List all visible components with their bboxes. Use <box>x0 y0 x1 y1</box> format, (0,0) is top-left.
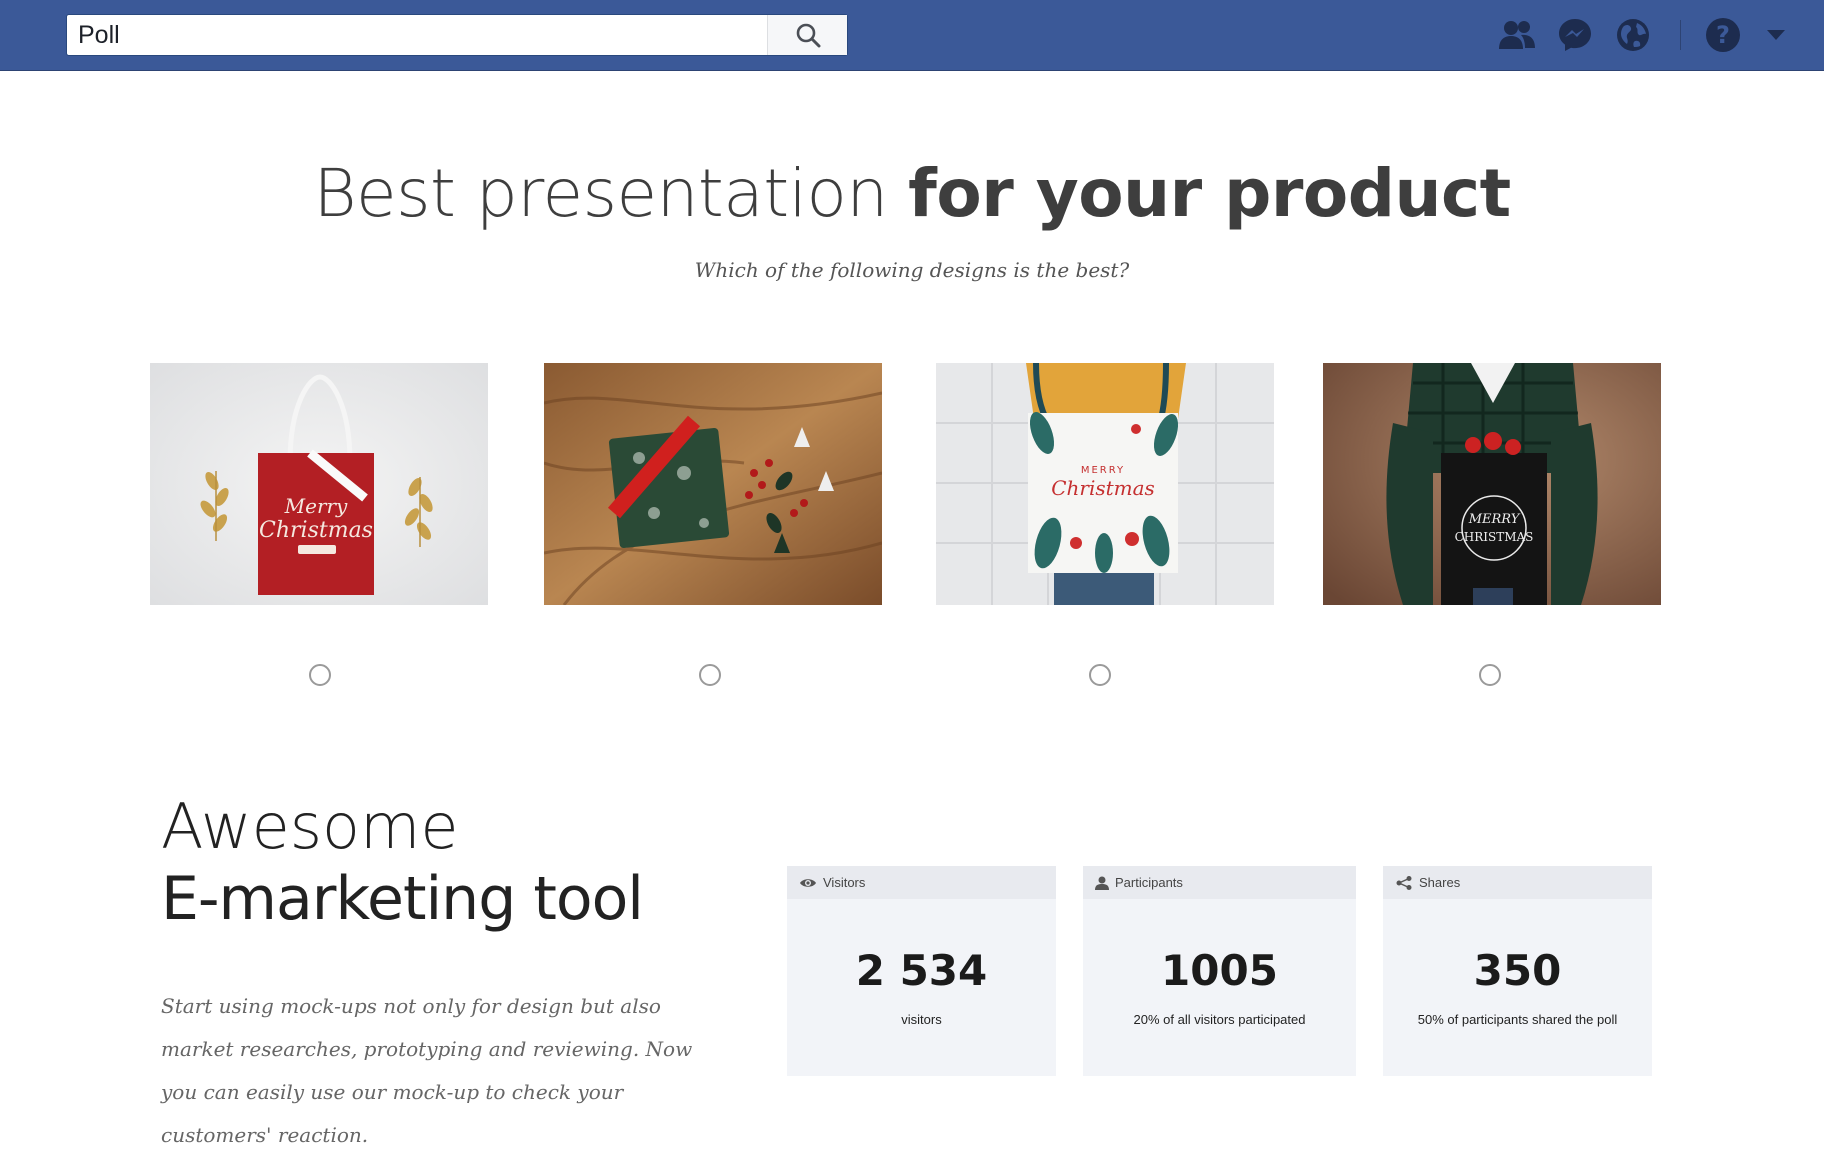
poll-option-image-4[interactable]: MERRY CHRISTMAS <box>1323 363 1661 605</box>
notifications-button[interactable] <box>1613 16 1653 54</box>
svg-text:?: ? <box>1716 21 1730 49</box>
stat-caption: 20% of all visitors participated <box>1133 1012 1306 1027</box>
section-heading-line2: E-marketing tool <box>161 864 644 934</box>
search-box <box>66 14 848 56</box>
poll-option-radio-1[interactable] <box>309 664 331 686</box>
stat-value: 350 <box>1473 946 1562 995</box>
account-menu-button[interactable] <box>1757 16 1795 54</box>
stat-card-header: Shares <box>1383 866 1652 899</box>
page-title: Best presentation for your product <box>313 155 1511 232</box>
stat-card-visitors: Visitors 2 534 visitors <box>787 866 1056 1076</box>
stat-card-participants: Participants 1005 20% of all visitors pa… <box>1083 866 1356 1076</box>
top-navigation-bar: ? <box>0 0 1824 71</box>
svg-text:Christmas: Christmas <box>259 518 373 543</box>
svg-text:CHRISTMAS: CHRISTMAS <box>1455 530 1534 544</box>
poll-option-radio-4[interactable] <box>1479 664 1501 686</box>
person-icon <box>1095 876 1109 890</box>
search-button[interactable] <box>767 15 847 55</box>
section-description: Start using mock-ups not only for design… <box>161 994 693 1147</box>
friend-requests-button[interactable] <box>1497 16 1537 54</box>
stat-label: Visitors <box>823 875 866 890</box>
messages-button[interactable] <box>1555 16 1595 54</box>
stat-value: 1005 <box>1161 946 1278 995</box>
stat-card-shares: Shares 350 50% of participants shared th… <box>1383 866 1652 1076</box>
help-button[interactable]: ? <box>1703 16 1743 54</box>
stat-caption: 50% of participants shared the poll <box>1417 1012 1618 1027</box>
poll-option-image-2[interactable] <box>544 363 882 605</box>
poll-option-radio-2[interactable] <box>699 664 721 686</box>
svg-text:MERRY: MERRY <box>1468 512 1521 527</box>
stat-card-header: Participants <box>1083 866 1356 899</box>
svg-text:MERRY: MERRY <box>1081 465 1125 476</box>
nav-divider <box>1680 20 1681 50</box>
svg-text:Merry: Merry <box>284 494 348 518</box>
share-icon <box>1396 875 1412 890</box>
stat-label: Participants <box>1115 875 1183 890</box>
stat-value: 2 534 <box>855 946 988 995</box>
search-input[interactable] <box>67 15 767 55</box>
stat-caption: visitors <box>901 1012 942 1027</box>
poll-option-image-1[interactable]: Merry Christmas <box>150 363 488 605</box>
messenger-icon <box>1559 19 1591 51</box>
eye-icon <box>800 878 816 887</box>
dropdown-caret-icon <box>1767 30 1785 40</box>
stat-label: Shares <box>1419 875 1461 890</box>
svg-text:Christmas: Christmas <box>1051 476 1155 500</box>
section-heading-line1: Awesome <box>161 790 459 863</box>
poll-option-image-3[interactable]: MERRY Christmas <box>936 363 1274 605</box>
friends-icon <box>1499 21 1535 49</box>
poll-question: Which of the following designs is the be… <box>694 258 1130 282</box>
poll-option-radio-3[interactable] <box>1089 664 1111 686</box>
help-icon: ? <box>1706 18 1740 52</box>
stat-card-header: Visitors <box>787 866 1056 899</box>
notifications-globe-icon <box>1617 19 1649 51</box>
search-icon <box>796 23 820 48</box>
